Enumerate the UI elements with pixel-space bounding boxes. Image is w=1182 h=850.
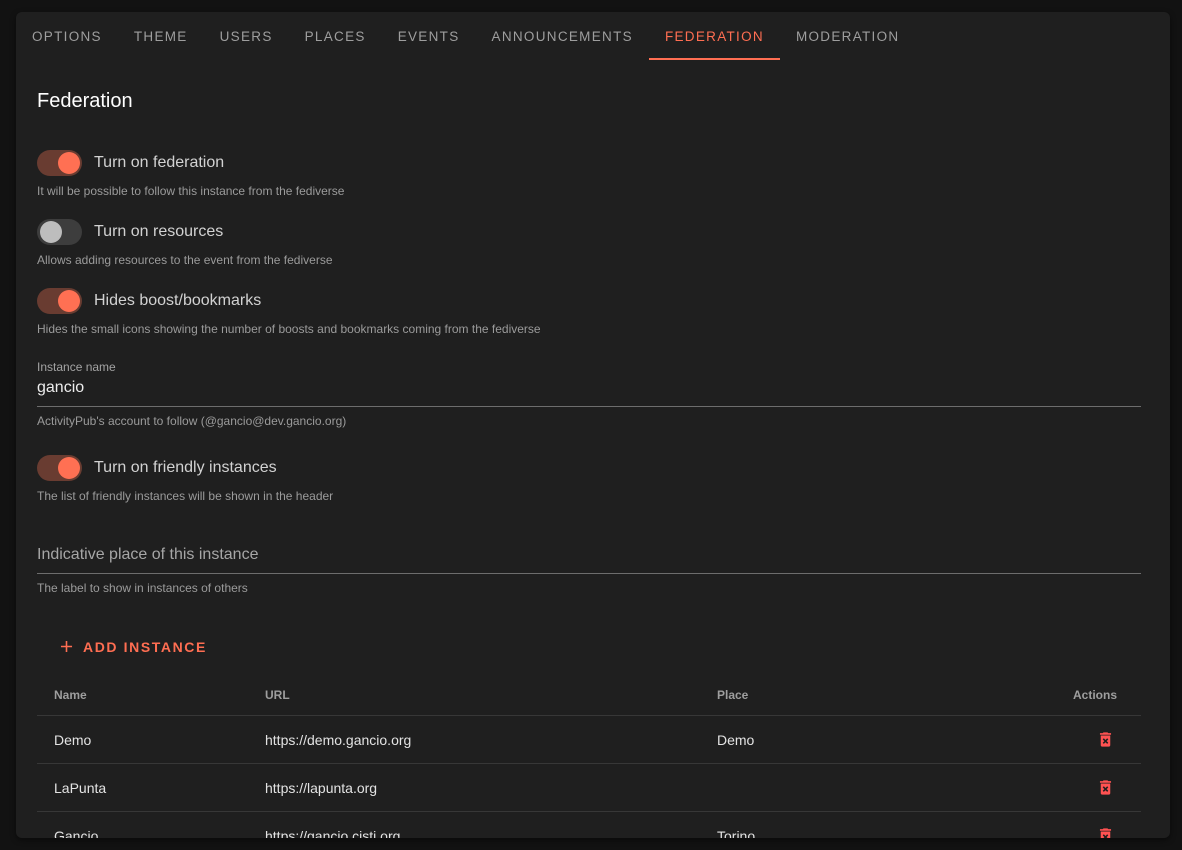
friendly-instances-toggle[interactable] <box>37 455 82 481</box>
resources-toggle-hint: Allows adding resources to the event fro… <box>37 253 1141 267</box>
table-header-place: Place <box>717 688 1026 702</box>
federation-toggle[interactable] <box>37 150 82 176</box>
tab-options[interactable]: OPTIONS <box>16 12 118 60</box>
instance-name-label: Instance name <box>37 360 1141 374</box>
setting-federation: Turn on federation It will be possible t… <box>37 149 1141 198</box>
table-header-url: URL <box>265 688 717 702</box>
table-header-row: Name URL Place Actions <box>37 674 1141 716</box>
toggle-thumb <box>58 457 80 479</box>
hide-boost-toggle-hint: Hides the small icons showing the number… <box>37 322 1141 336</box>
tab-theme[interactable]: THEME <box>118 12 204 60</box>
delete-instance-button[interactable] <box>1094 824 1117 838</box>
table-row: LaPunta https://lapunta.org <box>37 764 1141 812</box>
instance-name-input[interactable] <box>37 374 1141 407</box>
delete-forever-icon <box>1096 778 1115 797</box>
instance-place-cell: Demo <box>717 732 1026 748</box>
instance-name-cell: Demo <box>37 732 265 748</box>
delete-instance-button[interactable] <box>1094 728 1117 751</box>
tab-events[interactable]: EVENTS <box>382 12 476 60</box>
table-row: Demo https://demo.gancio.org Demo <box>37 716 1141 764</box>
resources-toggle[interactable] <box>37 219 82 245</box>
resources-toggle-label: Turn on resources <box>94 223 223 241</box>
table-row: Gancio https://gancio.cisti.org Torino <box>37 812 1141 838</box>
instance-place-input[interactable] <box>37 541 1141 574</box>
add-instance-button-label: ADD INSTANCE <box>83 639 207 655</box>
instance-url-cell: https://demo.gancio.org <box>265 732 717 748</box>
instance-place-hint: The label to show in instances of others <box>37 581 1141 595</box>
page-title: Federation <box>37 90 1141 113</box>
tab-places[interactable]: PLACES <box>289 12 382 60</box>
setting-friendly-instances: Turn on friendly instances The list of f… <box>37 454 1141 503</box>
tab-users[interactable]: USERS <box>204 12 289 60</box>
instance-name-cell: Gancio <box>37 828 265 838</box>
instance-url-cell: https://gancio.cisti.org <box>265 828 717 838</box>
instance-name-field-group: Instance name ActivityPub's account to f… <box>37 360 1141 428</box>
instance-place-field-group: The label to show in instances of others <box>37 541 1141 595</box>
hide-boost-toggle-label: Hides boost/bookmarks <box>94 292 261 310</box>
tab-moderation[interactable]: MODERATION <box>780 12 916 60</box>
friendly-instances-toggle-hint: The list of friendly instances will be s… <box>37 489 1141 503</box>
friendly-instances-toggle-label: Turn on friendly instances <box>94 459 277 477</box>
instance-url-cell: https://lapunta.org <box>265 780 717 796</box>
table-header-name: Name <box>37 688 265 702</box>
tab-federation[interactable]: FEDERATION <box>649 12 780 60</box>
instance-place-cell: Torino <box>717 828 1026 838</box>
delete-forever-icon <box>1096 826 1115 838</box>
instance-name-hint: ActivityPub's account to follow (@gancio… <box>37 414 1141 428</box>
toggle-thumb <box>58 290 80 312</box>
plus-icon <box>57 637 76 656</box>
admin-tabs: OPTIONS THEME USERS PLACES EVENTS ANNOUN… <box>16 12 1170 60</box>
toggle-thumb <box>58 152 80 174</box>
delete-forever-icon <box>1096 730 1115 749</box>
federation-toggle-label: Turn on federation <box>94 154 224 172</box>
delete-instance-button[interactable] <box>1094 776 1117 799</box>
federation-toggle-hint: It will be possible to follow this insta… <box>37 184 1141 198</box>
federation-settings-panel: Federation Turn on federation It will be… <box>16 60 1170 838</box>
add-instance-button[interactable]: ADD INSTANCE <box>57 637 207 656</box>
trusted-instances-table: Name URL Place Actions Demo https://demo… <box>37 674 1141 838</box>
setting-resources: Turn on resources Allows adding resource… <box>37 218 1141 267</box>
hide-boost-toggle[interactable] <box>37 288 82 314</box>
instance-name-cell: LaPunta <box>37 780 265 796</box>
setting-boost-bookmarks: Hides boost/bookmarks Hides the small ic… <box>37 287 1141 336</box>
table-header-actions: Actions <box>1026 688 1141 702</box>
toggle-thumb <box>40 221 62 243</box>
tab-announcements[interactable]: ANNOUNCEMENTS <box>476 12 649 60</box>
admin-panel-card: OPTIONS THEME USERS PLACES EVENTS ANNOUN… <box>16 12 1170 838</box>
